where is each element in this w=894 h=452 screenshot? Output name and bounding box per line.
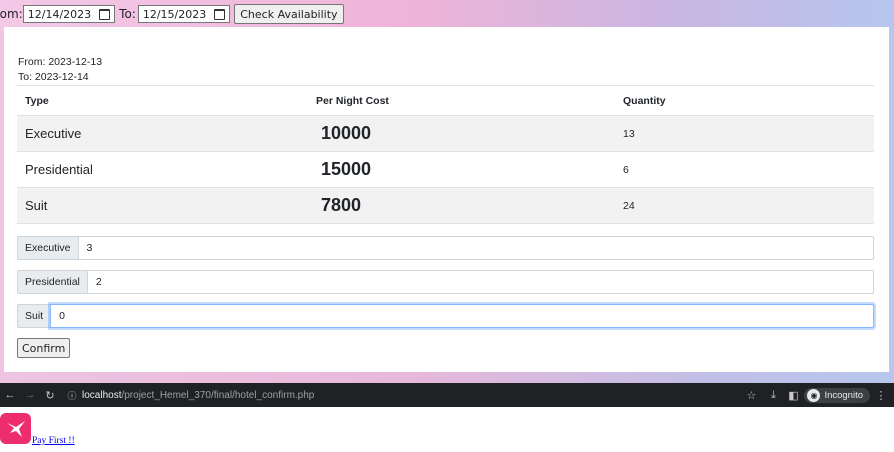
range-to: To: 2023-12-14 [18,71,89,83]
row-quantity: 13 [623,127,635,140]
calendar-icon[interactable] [99,8,111,20]
url-path: /project_Hemel_370/final/hotel_confirm.p… [121,389,315,401]
forward-arrow-icon[interactable]: → [23,389,37,401]
site-info-icon[interactable]: ⓘ [65,389,79,402]
executive-input-label: Executive [17,236,78,260]
side-panel-icon[interactable]: ◧ [786,389,800,402]
table-row: Suit 7800 24 [17,188,874,224]
suit-input-label: Suit [17,304,51,328]
to-date-value: 12/15/2023 [142,7,207,21]
row-cost: 15000 [321,159,372,179]
rooms-table: Type Per Night Cost Quantity Executive 1… [17,85,874,224]
confirm-button[interactable]: Confirm [17,338,71,358]
back-arrow-icon[interactable]: ← [3,389,17,401]
from-date-value: 12/14/2023 [27,7,92,21]
calendar-icon[interactable] [214,8,226,20]
incognito-icon: ◉ [807,388,821,402]
presidential-input-group: Presidential 2 [17,270,874,294]
table-header-row: Type Per Night Cost Quantity [17,86,874,116]
url-host: localhost [82,389,122,401]
check-availability-button[interactable]: Check Availability [234,4,344,24]
to-label: To: [119,7,136,21]
row-cost: 10000 [321,123,372,143]
row-type: Suit [25,198,48,213]
menu-dots-icon[interactable]: ⋮ [874,389,888,402]
presidential-input-label: Presidential [17,270,87,294]
row-quantity: 24 [623,199,635,212]
reload-icon[interactable]: ↻ [43,389,57,402]
executive-input-group: Executive 3 [17,236,874,260]
from-date-input[interactable]: 12/14/2023 [22,5,116,23]
download-icon[interactable]: ⤓ [766,389,780,402]
table-row: Presidential 15000 6 [17,152,874,188]
pay-first-link[interactable]: Pay First !! [32,436,75,446]
executive-quantity-input[interactable]: 3 [77,236,874,260]
browser-actions: ☆ ⤓ ◧ ◉ Incognito ⋮ [744,383,894,407]
row-type: Executive [25,126,82,141]
from-label: rom: [0,7,23,21]
suit-quantity-input[interactable]: 0 [50,304,874,328]
range-from: From: 2023-12-13 [18,56,103,68]
header-quantity: Quantity [623,94,666,107]
bookmark-star-icon[interactable]: ☆ [744,389,758,402]
header-type: Type [25,94,49,107]
availability-form: rom: 12/14/2023 To: 12/15/2023 Check Ava… [0,4,344,24]
row-type: Presidential [25,162,93,177]
browser-toolbar: ← → ↻ ⓘ localhost /project_Hemel_370/fin… [0,383,894,407]
incognito-label: Incognito [824,389,863,401]
suit-input-group: Suit 0 [17,304,874,328]
header-cost: Per Night Cost [316,94,389,107]
presidential-quantity-input[interactable]: 2 [86,270,874,294]
row-quantity: 6 [623,163,629,176]
bird-icon [6,420,25,437]
address-bar[interactable]: ⓘ localhost /project_Hemel_370/final/hot… [65,389,314,402]
row-cost: 7800 [321,195,362,215]
payment-page: Pay First !! [0,407,894,452]
hummingbird-logo-icon [0,413,31,444]
incognito-badge[interactable]: ◉ Incognito [804,387,870,403]
to-date-input[interactable]: 12/15/2023 [137,5,231,23]
table-row: Executive 10000 13 [17,116,874,152]
